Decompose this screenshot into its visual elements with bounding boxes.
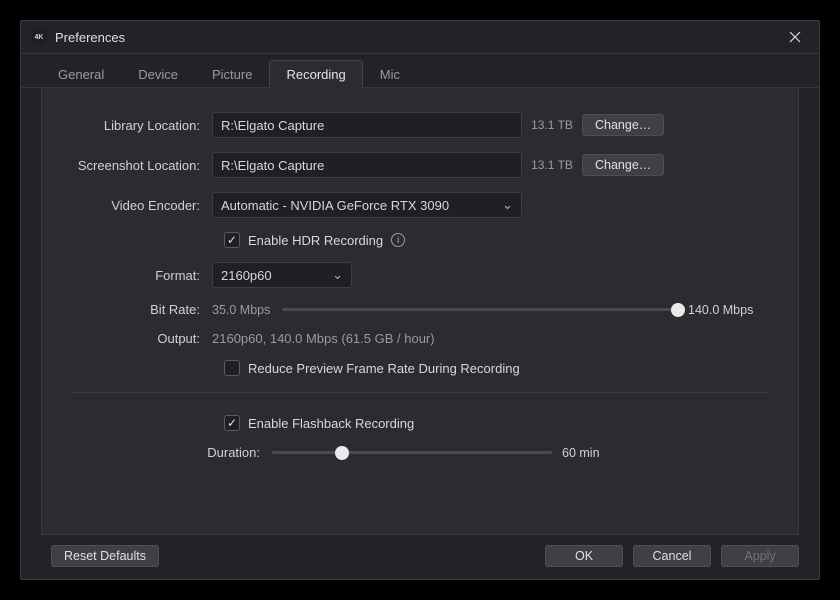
close-icon [789, 31, 801, 43]
format-select[interactable]: 2160p60 ⌄ [212, 262, 352, 288]
apply-button[interactable]: Apply [721, 545, 799, 567]
screenshot-disk-space: 13.1 TB [522, 158, 582, 172]
ok-button[interactable]: OK [545, 545, 623, 567]
tab-bar: General Device Picture Recording Mic [21, 54, 819, 88]
tab-general[interactable]: General [41, 60, 121, 88]
output-label: Output: [72, 331, 212, 346]
video-encoder-value: Automatic - NVIDIA GeForce RTX 3090 [221, 198, 449, 213]
reduce-preview-checkbox[interactable] [224, 360, 240, 376]
bitrate-label: Bit Rate: [72, 302, 212, 317]
tab-panel-recording: Library Location: R:\Elgato Capture 13.1… [41, 88, 799, 535]
bitrate-slider-thumb[interactable] [671, 303, 685, 317]
library-location-input[interactable]: R:\Elgato Capture [212, 112, 522, 138]
info-icon[interactable]: i [391, 233, 405, 247]
app-icon: 4K [31, 29, 47, 45]
tab-recording[interactable]: Recording [269, 60, 362, 88]
cancel-button[interactable]: Cancel [633, 545, 711, 567]
reduce-preview-label: Reduce Preview Frame Rate During Recordi… [248, 361, 520, 376]
enable-flashback-label: Enable Flashback Recording [248, 416, 414, 431]
format-value: 2160p60 [221, 268, 272, 283]
chevron-down-icon: ⌄ [502, 197, 513, 213]
duration-label: Duration: [142, 445, 272, 460]
bitrate-min: 35.0 Mbps [212, 303, 282, 317]
window-title: Preferences [55, 30, 781, 45]
format-label: Format: [72, 268, 212, 283]
reset-defaults-button[interactable]: Reset Defaults [51, 545, 159, 567]
divider [72, 392, 768, 393]
library-location-value: R:\Elgato Capture [221, 118, 324, 133]
screenshot-location-value: R:\Elgato Capture [221, 158, 324, 173]
bitrate-slider[interactable] [282, 308, 678, 311]
duration-slider-thumb[interactable] [335, 446, 349, 460]
screenshot-location-input[interactable]: R:\Elgato Capture [212, 152, 522, 178]
titlebar: 4K Preferences [21, 21, 819, 54]
chevron-down-icon: ⌄ [332, 267, 343, 283]
enable-flashback-checkbox[interactable] [224, 415, 240, 431]
duration-slider[interactable] [272, 451, 552, 454]
screenshot-location-label: Screenshot Location: [72, 158, 212, 173]
duration-value: 60 min [552, 446, 642, 460]
enable-hdr-label: Enable HDR Recording [248, 233, 383, 248]
library-location-label: Library Location: [72, 118, 212, 133]
tab-picture[interactable]: Picture [195, 60, 269, 88]
video-encoder-select[interactable]: Automatic - NVIDIA GeForce RTX 3090 ⌄ [212, 192, 522, 218]
preferences-window: 4K Preferences General Device Picture Re… [20, 20, 820, 580]
library-disk-space: 13.1 TB [522, 118, 582, 132]
tab-mic[interactable]: Mic [363, 60, 417, 88]
video-encoder-label: Video Encoder: [72, 198, 212, 213]
bitrate-max: 140.0 Mbps [678, 303, 768, 317]
screenshot-change-button[interactable]: Change… [582, 154, 664, 176]
close-button[interactable] [781, 27, 809, 47]
dialog-footer: Reset Defaults OK Cancel Apply [21, 535, 819, 579]
output-value: 2160p60, 140.0 Mbps (61.5 GB / hour) [212, 331, 435, 346]
tab-device[interactable]: Device [121, 60, 195, 88]
library-change-button[interactable]: Change… [582, 114, 664, 136]
enable-hdr-checkbox[interactable] [224, 232, 240, 248]
